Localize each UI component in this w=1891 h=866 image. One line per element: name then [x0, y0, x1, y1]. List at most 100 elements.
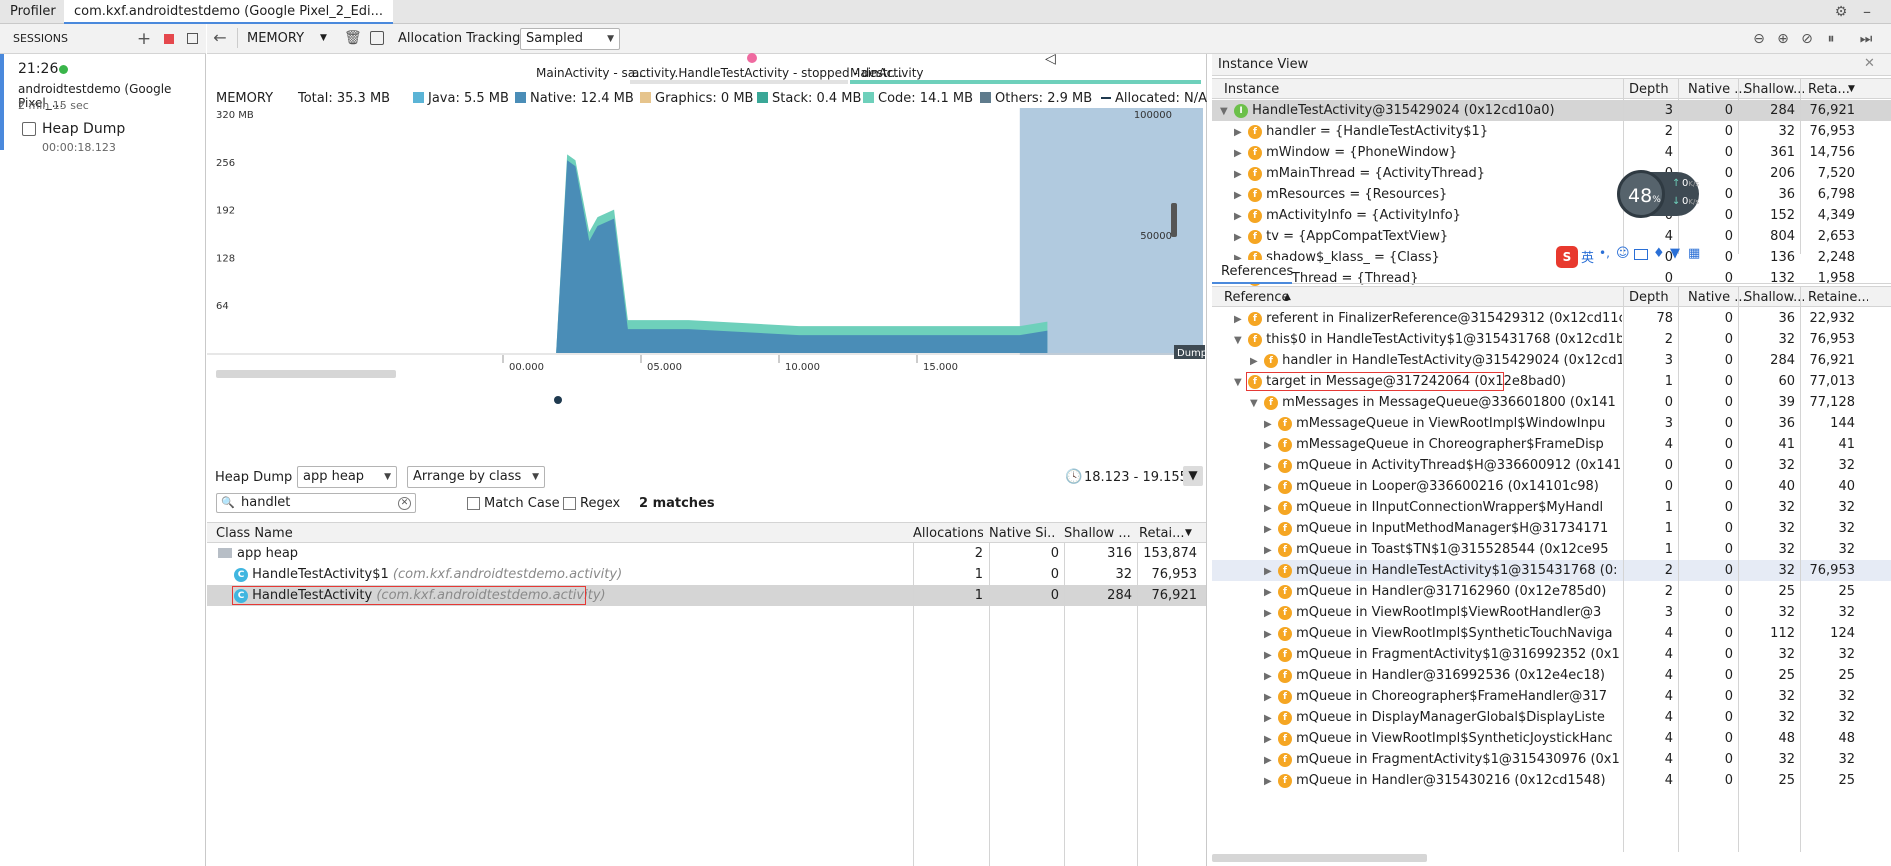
minimize-icon[interactable]: – — [1858, 3, 1876, 21]
reference-row[interactable]: ▶ f mQueue in Handler@315430216 (0x12cd15… — [1212, 770, 1891, 791]
zoom-out-icon[interactable]: ⊖ — [1750, 30, 1768, 48]
filter-icon[interactable]: ▼ — [1183, 466, 1203, 486]
expanded-arrow-icon[interactable]: ▼ — [1220, 101, 1234, 121]
pause-icon[interactable]: ⏸ — [1822, 30, 1840, 48]
expand-arrow-icon[interactable]: ▶ — [1234, 309, 1248, 329]
expand-arrow-icon[interactable]: ▶ — [1264, 708, 1278, 728]
clear-search-icon[interactable]: ✕ — [398, 497, 411, 510]
reference-row[interactable]: ▶ f handler in HandleTestActivity@3154290… — [1212, 350, 1891, 371]
gear-icon[interactable]: ⚙ — [1832, 3, 1850, 21]
collapse-panel-icon[interactable] — [187, 33, 198, 44]
match-case-checkbox[interactable] — [467, 497, 480, 510]
col-retained[interactable]: Retaine... — [1808, 287, 1868, 308]
expand-arrow-icon[interactable]: ▶ — [1264, 771, 1278, 791]
session-item[interactable]: 21:26 androidtestdemo (Google Pixel_... … — [0, 54, 206, 154]
close-icon[interactable]: ✕ — [1864, 56, 1875, 71]
col-class-name[interactable]: Class Name — [216, 523, 716, 544]
reference-row[interactable]: ▶ f mQueue in Toast$TN$1@315528544 (0x12c… — [1212, 539, 1891, 560]
instance-row[interactable]: ▶f mActivityInfo = {ActivityInfo}001524,… — [1212, 205, 1891, 226]
expand-arrow-icon[interactable]: ▶ — [1234, 185, 1248, 205]
expand-arrow-icon[interactable]: ▶ — [1264, 582, 1278, 602]
expand-arrow-icon[interactable]: ▶ — [1264, 729, 1278, 749]
col-depth[interactable]: Depth — [1629, 79, 1679, 100]
instance-row[interactable]: ▶ f mWindow = {PhoneWindow} 4 0 361 14,756 — [1212, 142, 1891, 163]
reference-row[interactable]: ▶ f mQueue in FragmentActivity$1@31699235… — [1212, 644, 1891, 665]
expand-arrow-icon[interactable]: ▶ — [1264, 687, 1278, 707]
reference-row[interactable]: ▶ f mQueue in FragmentActivity$1@31543097… — [1212, 749, 1891, 770]
col-allocations[interactable]: Allocations — [913, 523, 983, 544]
add-session-icon[interactable]: + — [136, 30, 152, 48]
expand-arrow-icon[interactable]: ▶ — [1250, 351, 1264, 371]
reference-row[interactable]: ▶ f mQueue in ViewRootImpl$ViewRootHandle… — [1212, 602, 1891, 623]
reference-row[interactable]: ▼ f this$0 in HandleTestActivity$1@315431… — [1212, 329, 1891, 350]
expand-arrow-icon[interactable]: ▶ — [1234, 143, 1248, 163]
expand-arrow-icon[interactable]: ▶ — [1264, 456, 1278, 476]
zoom-in-icon[interactable]: ⊕ — [1774, 30, 1792, 48]
stop-session-icon[interactable] — [164, 34, 174, 44]
reference-row[interactable]: ▶ f referent in FinalizerReference@315429… — [1212, 308, 1891, 329]
regex-checkbox[interactable] — [563, 497, 576, 510]
capture-heap-dump-icon[interactable] — [370, 31, 384, 45]
reference-row[interactable]: ▶ f mQueue in Handler@316992536 (0x12e4ec… — [1212, 665, 1891, 686]
col-shallow-size[interactable]: Shallow ... — [1064, 523, 1134, 544]
memory-chart[interactable]: 320 MB 256 192 128 64 100000 50000 00.000 05.000… — [207, 108, 1205, 428]
instance-row[interactable]: ▶f mResources = {Resources}00366,798 — [1212, 184, 1891, 205]
toolbox-icon[interactable]: ▦ — [1688, 246, 1700, 261]
reference-row[interactable]: ▶ f mQueue in Looper@336600216 (0x14101c9… — [1212, 476, 1891, 497]
reference-row[interactable]: ▼ f mMessages in MessageQueue@336601800 (… — [1212, 392, 1891, 413]
reference-row[interactable]: ▼ f target in Message@317242064 (0x12e8ba… — [1212, 371, 1891, 392]
reset-zoom-icon[interactable]: ⊘ — [1798, 30, 1816, 48]
expand-arrow-icon[interactable]: ▶ — [1264, 519, 1278, 539]
col-shallow[interactable]: Shallow... — [1744, 79, 1804, 100]
instance-row[interactable]: ▶f mMainThread = {ActivityThread}002067,… — [1212, 163, 1891, 184]
expand-arrow-icon[interactable]: ▶ — [1264, 477, 1278, 497]
expand-arrow-icon[interactable]: ▶ — [1264, 750, 1278, 770]
keyboard-icon[interactable] — [1634, 249, 1648, 260]
reference-row[interactable]: ▶ f mQueue in ActivityThread$H@336600912 … — [1212, 455, 1891, 476]
expanded-arrow-icon[interactable]: ▼ — [1234, 330, 1248, 350]
expand-arrow-icon[interactable]: ▶ — [1234, 164, 1248, 184]
reference-row[interactable]: ▶ f mQueue in Handler@317162960 (0x12e785… — [1212, 581, 1891, 602]
expanded-arrow-icon[interactable]: ▼ — [1250, 393, 1264, 413]
col-depth[interactable]: Depth — [1629, 287, 1679, 308]
table-row[interactable]: app heap 2 0 316 153,874 — [207, 543, 1206, 564]
reference-row[interactable]: ▶ f mQueue in HandleTestActivity$1@315431… — [1212, 560, 1891, 581]
memory-select[interactable]: MEMORY — [247, 31, 304, 46]
tab-process[interactable]: com.kxf.androidtestdemo (Google Pixel_2_… — [64, 0, 394, 24]
reference-row[interactable]: ▶ f mQueue in Choreographer$FrameHandler@… — [1212, 686, 1891, 707]
expand-arrow-icon[interactable]: ▶ — [1234, 206, 1248, 226]
col-shallow[interactable]: Shallow... — [1744, 287, 1804, 308]
punct-icon[interactable]: •, — [1599, 246, 1610, 260]
expand-arrow-icon[interactable]: ▶ — [1264, 435, 1278, 455]
reference-row[interactable]: ▶ f mQueue in ViewRootImpl$SyntheticJoyst… — [1212, 728, 1891, 749]
instance-row[interactable]: ▶ f tv = {AppCompatTextView} 4 0 804 2,653 — [1212, 226, 1891, 247]
skin-icon[interactable]: ▼ — [1670, 246, 1680, 261]
heap-select[interactable]: app heap ▼ — [297, 466, 397, 488]
reference-row[interactable]: ▶ f mQueue in InputMethodManager$H@317341… — [1212, 518, 1891, 539]
chevron-down-icon[interactable]: ▼ — [320, 33, 327, 43]
chart-scrollbar[interactable] — [216, 370, 396, 378]
expand-arrow-icon[interactable]: ▶ — [1264, 624, 1278, 644]
instance-row-selected[interactable]: ▼ I HandleTestActivity@315429024 (0x12cd1… — [1212, 100, 1891, 121]
expand-arrow-icon[interactable]: ▶ — [1264, 498, 1278, 518]
col-reference[interactable]: Reference — [1224, 287, 1524, 308]
expand-arrow-icon[interactable]: ▶ — [1264, 414, 1278, 434]
sampling-select[interactable]: Sampled ▼ — [520, 28, 620, 50]
col-native[interactable]: Native ... — [1688, 287, 1748, 308]
expand-arrow-icon[interactable]: ▶ — [1234, 227, 1248, 247]
voice-icon[interactable]: ♦ — [1653, 246, 1665, 261]
tab-profiler[interactable]: Profiler — [0, 0, 66, 24]
reference-row[interactable]: ▶ f mMessageQueue in ViewRootImpl$WindowI… — [1212, 413, 1891, 434]
tab-references[interactable]: References — [1212, 260, 1293, 284]
expand-arrow-icon[interactable]: ▶ — [1234, 122, 1248, 142]
table-row[interactable]: C HandleTestActivity$1 (com.kxf.androidt… — [207, 564, 1206, 585]
reference-row[interactable]: ▶ f mQueue in IInputConnectionWrapper$MyH… — [1212, 497, 1891, 518]
expand-arrow-icon[interactable]: ▶ — [1264, 540, 1278, 560]
back-arrow-icon[interactable]: ← — [211, 29, 229, 47]
col-native-size[interactable]: Native Si... — [989, 523, 1055, 544]
instance-row[interactable]: ▶ f handler = {HandleTestActivity$1} 2 0 32 7… — [1212, 121, 1891, 142]
net-speed-widget[interactable]: 48% ↑ ↓ 0K/s 0K/s — [1617, 170, 1699, 218]
go-live-icon[interactable]: ⏭ — [1857, 30, 1875, 48]
table-row-selected[interactable]: C HandleTestActivity (com.kxf.androidtes… — [207, 585, 1206, 606]
expand-arrow-icon[interactable]: ▶ — [1264, 561, 1278, 581]
